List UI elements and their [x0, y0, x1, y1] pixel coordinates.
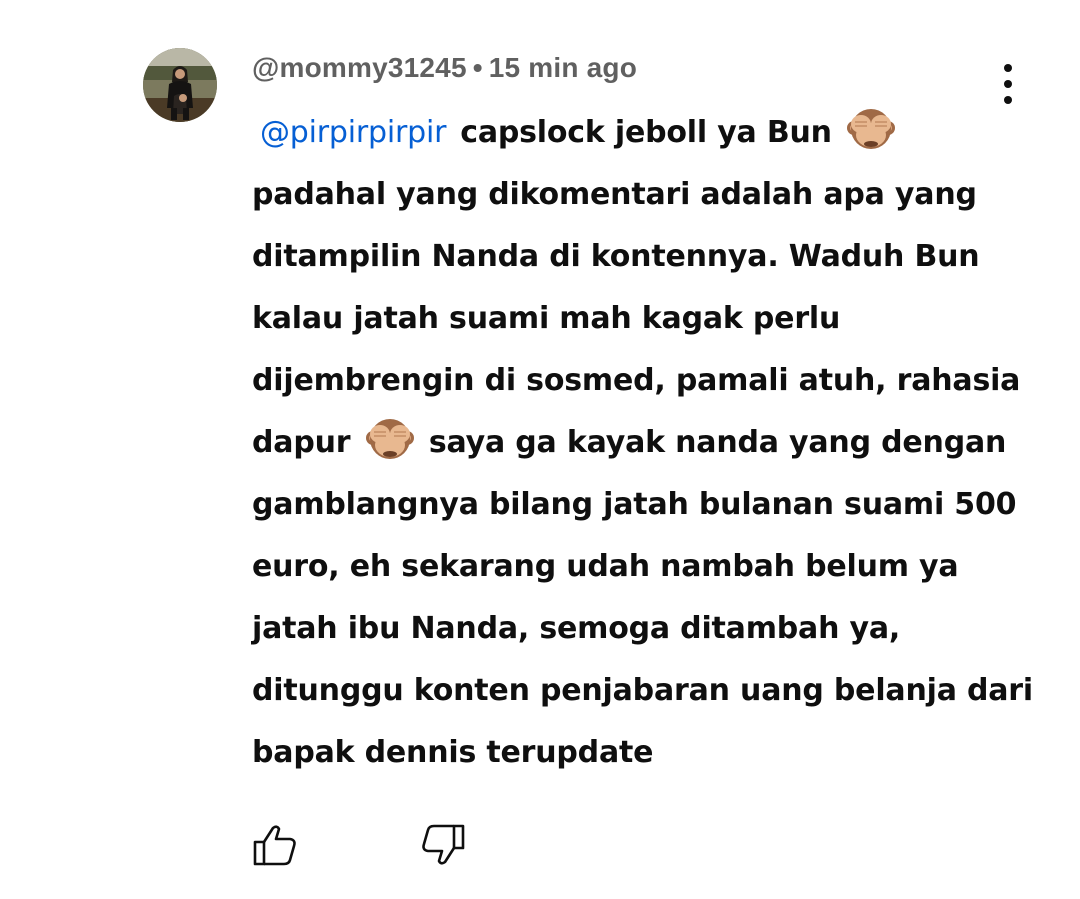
comment-line: padahal yang dikomentari adalah apa yang [252, 177, 977, 212]
comment-line: bapak dennis terupdate [252, 735, 654, 770]
thumbs-down-icon [422, 824, 465, 865]
mention-link[interactable]: @pirpirpirpir [260, 115, 446, 150]
author-name[interactable]: @mommy31245 [252, 52, 467, 83]
comment-line-text: dapur [252, 425, 351, 460]
comment-line: kalau jatah suami mah kagak perlu [252, 301, 841, 336]
see-no-evil-monkey-icon [365, 419, 414, 459]
more-vertical-icon-dot [1004, 80, 1012, 88]
comment-line-text: saya ga kayak nanda yang dengan [428, 425, 1007, 460]
comment-line-text: capslock jeboll ya Bun [460, 115, 832, 150]
separator-dot: • [472, 52, 483, 83]
comment-body: @pirpirpirpir capslock jeboll ya Bun pada… [252, 102, 1033, 784]
comment-line: ditampilin Nanda di kontennya. Waduh Bun [252, 239, 980, 274]
comment-line: dapur saya ga kayak nanda yang dengan [252, 412, 1012, 474]
comment-line: ditunggu konten penjabaran uang belanja … [252, 673, 1033, 708]
more-vertical-icon [1004, 64, 1012, 72]
comment-line: jatah ibu Nanda, semoga ditambah ya, [252, 611, 901, 646]
see-no-evil-monkey-icon [847, 109, 896, 149]
comment-time: 15 min ago [488, 52, 638, 83]
avatar-photo [143, 48, 217, 122]
dislike-button[interactable] [420, 822, 466, 868]
comment-line: euro, eh sekarang udah nambah belum ya [252, 549, 959, 584]
like-button[interactable] [252, 822, 298, 868]
thumbs-up-icon [253, 825, 296, 866]
comment-header: @mommy31245 • 15 min ago [252, 52, 637, 84]
comment-line: @pirpirpirpir capslock jeboll ya Bun [252, 102, 1012, 164]
comment-line: dijembrengin di sosmed, pamali atuh, rah… [252, 363, 1021, 398]
avatar[interactable] [143, 48, 217, 122]
more-options-button[interactable] [988, 60, 1028, 108]
comment-line: gamblangnya bilang jatah bulanan suami 5… [252, 487, 1017, 522]
